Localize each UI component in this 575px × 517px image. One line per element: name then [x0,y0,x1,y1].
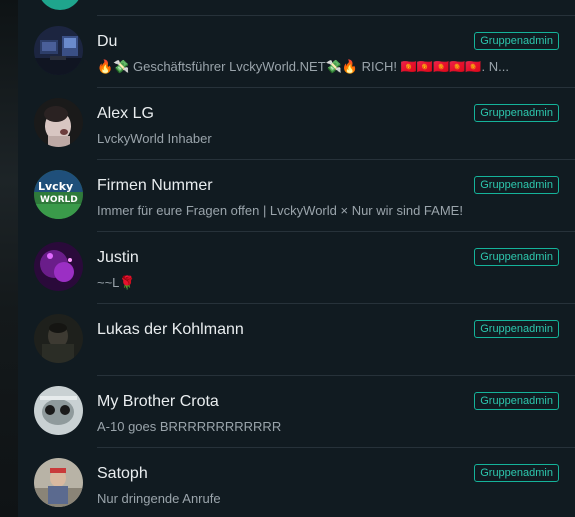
member-row-du[interactable]: Du 🔥💸 Geschäftsführer LvckyWorld.NET💸🔥 R… [18,16,575,88]
member-name: Du [97,33,118,50]
group-admin-badge: Gruppenadmin [474,464,559,482]
member-row-lukas-der-kohlmann[interactable]: Lukas der Kohlmann Gruppenadmin [18,304,575,376]
member-about: Nur dringende Anrufe [97,491,221,506]
member-row-my-brother-crota[interactable]: My Brother Crota A-10 goes BRRRRRRRRRRRR… [18,376,575,448]
avatar[interactable] [34,314,83,363]
member-about: LvckyWorld Inhaber [97,131,212,146]
member-name: Justin [97,249,139,266]
app-frame: Du 🔥💸 Geschäftsführer LvckyWorld.NET💸🔥 R… [0,0,575,517]
avatar[interactable] [34,458,83,507]
group-admin-badge: Gruppenadmin [474,320,559,338]
avatar[interactable]: Lvcky WORLD [34,170,83,219]
avatar[interactable] [34,26,83,75]
member-about: Immer für eure Fragen offen | LvckyWorld… [97,203,463,218]
avatar[interactable] [34,242,83,291]
avatar-logo-text-1: Lvcky [38,180,73,193]
member-name: My Brother Crota [97,393,219,410]
group-admin-badge: Gruppenadmin [474,176,559,194]
group-admin-badge: Gruppenadmin [474,392,559,410]
avatar-logo-text-2: WORLD [40,195,78,205]
group-admin-badge: Gruppenadmin [474,32,559,50]
member-row-alex-lg[interactable]: Alex LG LvckyWorld Inhaber Gruppenadmin [18,88,575,160]
member-about: 🔥💸 Geschäftsführer LvckyWorld.NET💸🔥 RICH… [97,59,510,74]
background-strip [0,0,18,517]
group-admin-badge: Gruppenadmin [474,248,559,266]
group-admin-badge: Gruppenadmin [474,104,559,122]
member-row-firmen-nummer[interactable]: Lvcky WORLD Firmen Nummer Immer für eure… [18,160,575,232]
member-name: Satoph [97,465,148,482]
member-name: Alex LG [97,105,154,122]
member-row-satoph[interactable]: Satoph Nur dringende Anrufe Gruppenadmin [18,448,575,517]
avatar[interactable] [34,386,83,435]
member-about: ~~L🌹 [97,275,136,290]
avatar[interactable] [34,98,83,147]
member-name: Firmen Nummer [97,177,213,194]
member-about: A-10 goes BRRRRRRRRRRRR [97,419,282,434]
member-row-justin[interactable]: Justin ~~L🌹 Gruppenadmin [18,232,575,304]
member-name: Lukas der Kohlmann [97,321,244,338]
